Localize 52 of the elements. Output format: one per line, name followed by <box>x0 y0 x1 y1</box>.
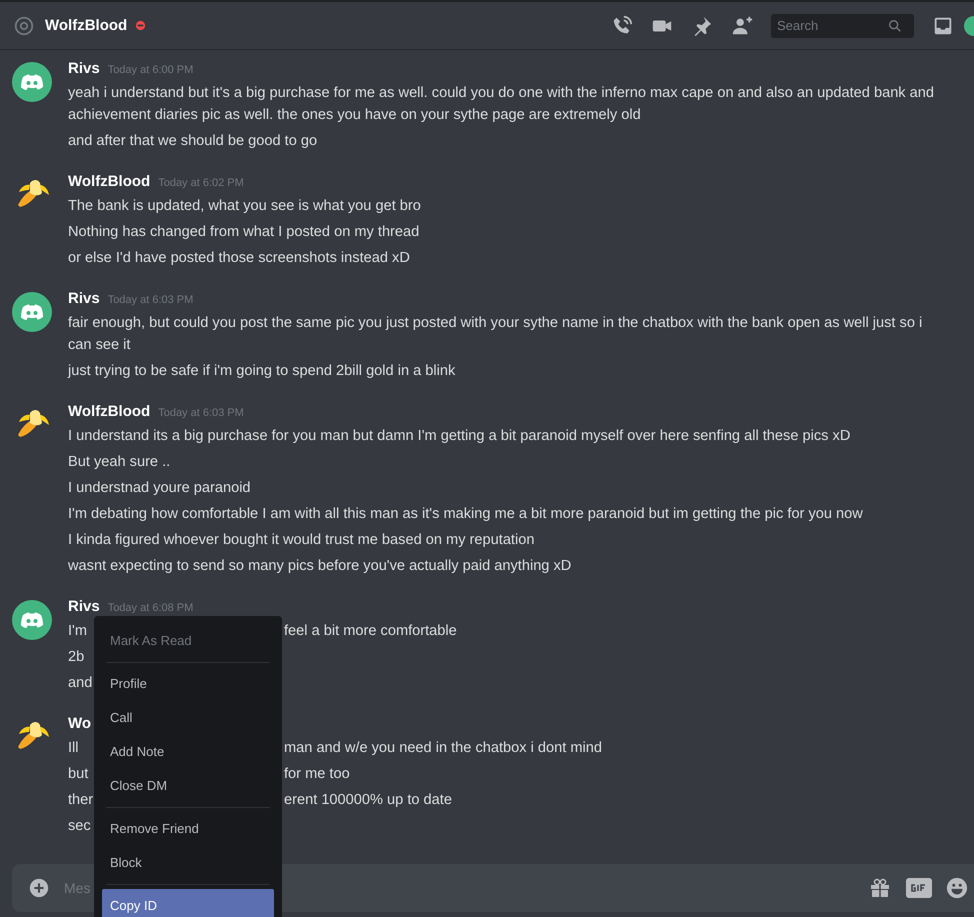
avatar[interactable] <box>12 292 52 332</box>
message-text: wasnt expecting to send so many pics before you've actually paid anything xD <box>68 558 572 574</box>
menu-item[interactable]: Close DM <box>102 769 274 803</box>
message-text: and <box>68 675 92 691</box>
message-text: erent 100000% up to date <box>284 792 452 808</box>
message-text: just trying to be safe if i'm going to spend 2bill gold in a blink <box>68 363 456 379</box>
search-field[interactable]: Search <box>771 14 914 38</box>
timestamp: Today at 6:00 PM <box>108 64 194 76</box>
timestamp: Today at 6:03 PM <box>158 407 244 419</box>
username[interactable]: WolfzBlood <box>68 403 150 420</box>
message-text: I understnad youre paranoid <box>68 480 251 496</box>
menu-item[interactable]: Add Note <box>102 735 274 769</box>
message-text: and after that we should be good to go <box>68 133 318 149</box>
message-text: Nothing has changed from what I posted on my thread <box>68 224 420 240</box>
message-text: for me too <box>284 766 350 782</box>
message-text: I'm <box>68 623 87 639</box>
menu-item[interactable]: Profile <box>102 667 274 701</box>
username[interactable]: Rivs <box>68 60 100 77</box>
message-text: man and w/e you need in the chatbox i dont mind <box>284 740 602 756</box>
username[interactable]: WolfzBlood <box>68 173 150 190</box>
gif-icon[interactable] <box>906 876 932 900</box>
message-text: sec <box>68 818 91 834</box>
avatar[interactable] <box>12 600 52 640</box>
add-icon[interactable] <box>28 877 50 899</box>
menu-item[interactable]: Call <box>102 701 274 735</box>
message-text: I kinda figured whoever bought it would trust me based on my reputation <box>68 532 534 548</box>
phone-icon[interactable] <box>611 14 633 36</box>
message-text: But yeah sure .. <box>68 454 170 470</box>
message-text: Ill <box>68 740 79 756</box>
username[interactable]: Wo <box>68 715 92 732</box>
message-text: feel a bit more comfortable <box>284 623 457 639</box>
message-text: The bank is updated, what you see is what you get bro <box>68 198 421 214</box>
do-not-disturb-icon <box>135 20 146 31</box>
timestamp: Today at 6:02 PM <box>158 177 244 189</box>
menu-item[interactable]: Remove Friend <box>102 812 274 846</box>
timestamp: Today at 6:08 PM <box>108 602 194 614</box>
emoji-icon[interactable] <box>946 877 968 899</box>
menu-item[interactable]: Copy ID <box>102 889 274 917</box>
message-text: I'm debating how comfortable I am with all this man as it's making me a bit more paranoid but im getting the pic for you now <box>68 506 863 522</box>
username[interactable]: Rivs <box>68 598 100 615</box>
gift-icon[interactable] <box>868 876 892 900</box>
add-friend-icon[interactable] <box>731 14 753 36</box>
message-text: but <box>68 766 88 782</box>
avatar[interactable] <box>12 62 52 102</box>
message-text: ther <box>68 792 94 808</box>
username[interactable]: Rivs <box>68 290 100 307</box>
message-text: I understand its a big purchase for you man but damn I'm getting a bit paranoid myself over here senfing all these pics xD <box>68 428 850 444</box>
timestamp: Today at 6:03 PM <box>108 294 194 306</box>
message-text: or else I'd have posted those screenshots instead xD <box>68 250 410 266</box>
channel-title: WolfzBlood <box>45 17 128 34</box>
message-text: 2b <box>68 649 84 665</box>
search-icon <box>888 18 902 32</box>
